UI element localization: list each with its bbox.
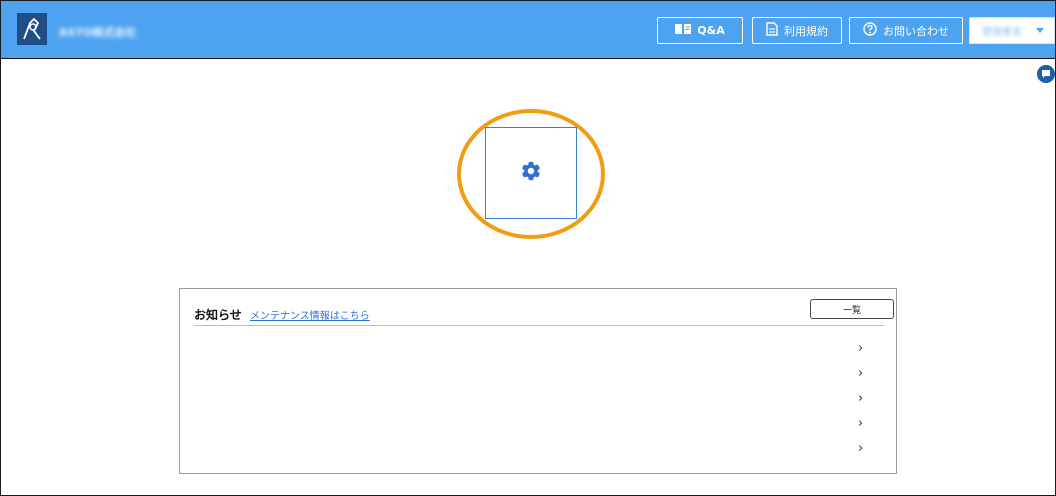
chevron-right-icon: › [858,416,864,431]
logo-icon[interactable] [17,13,47,45]
chevron-right-icon: › [858,391,864,406]
list-item[interactable]: › [194,337,884,362]
view-all-button[interactable]: 一覧 [810,299,894,319]
notice-title: お知らせ [194,308,242,322]
terms-label: 利用規約 [784,24,828,38]
list-item[interactable]: › [194,437,884,462]
chevron-right-icon: › [858,441,864,456]
top-header: ASTO株式会社 Q&A 利用規約 お問い合わせ 管理者名 [1,1,1055,59]
qa-label: Q&A [697,24,725,37]
contact-button[interactable]: お問い合わせ [849,17,963,44]
notice-header: お知らせ メンテナンス情報はこちら 一覧 [194,299,894,326]
chevron-down-icon [1036,28,1044,33]
document-icon [766,22,778,39]
company-name: ASTO株式会社 [59,26,137,38]
contact-label: お問い合わせ [883,24,949,38]
list-item[interactable]: › [194,412,884,437]
list-item[interactable]: › [194,362,884,387]
app-window: ASTO株式会社 Q&A 利用規約 お問い合わせ 管理者名 お知らせ メンテナン… [0,0,1056,496]
qa-button[interactable]: Q&A [657,17,743,44]
chevron-right-icon: › [858,366,864,381]
list-item[interactable]: › [194,387,884,412]
maintenance-link[interactable]: メンテナンス情報はこちら [250,307,370,322]
gear-icon [520,160,542,186]
settings-tile[interactable] [485,127,577,219]
notice-panel: お知らせ メンテナンス情報はこちら 一覧 › › › › › [179,288,897,474]
terms-button[interactable]: 利用規約 [752,17,842,44]
chevron-right-icon: › [858,341,864,356]
help-icon [863,22,877,39]
chat-icon[interactable] [1037,65,1055,83]
user-name: 管理者名 [982,27,1022,38]
user-menu-dropdown[interactable]: 管理者名 [969,17,1055,44]
book-icon [675,23,692,38]
